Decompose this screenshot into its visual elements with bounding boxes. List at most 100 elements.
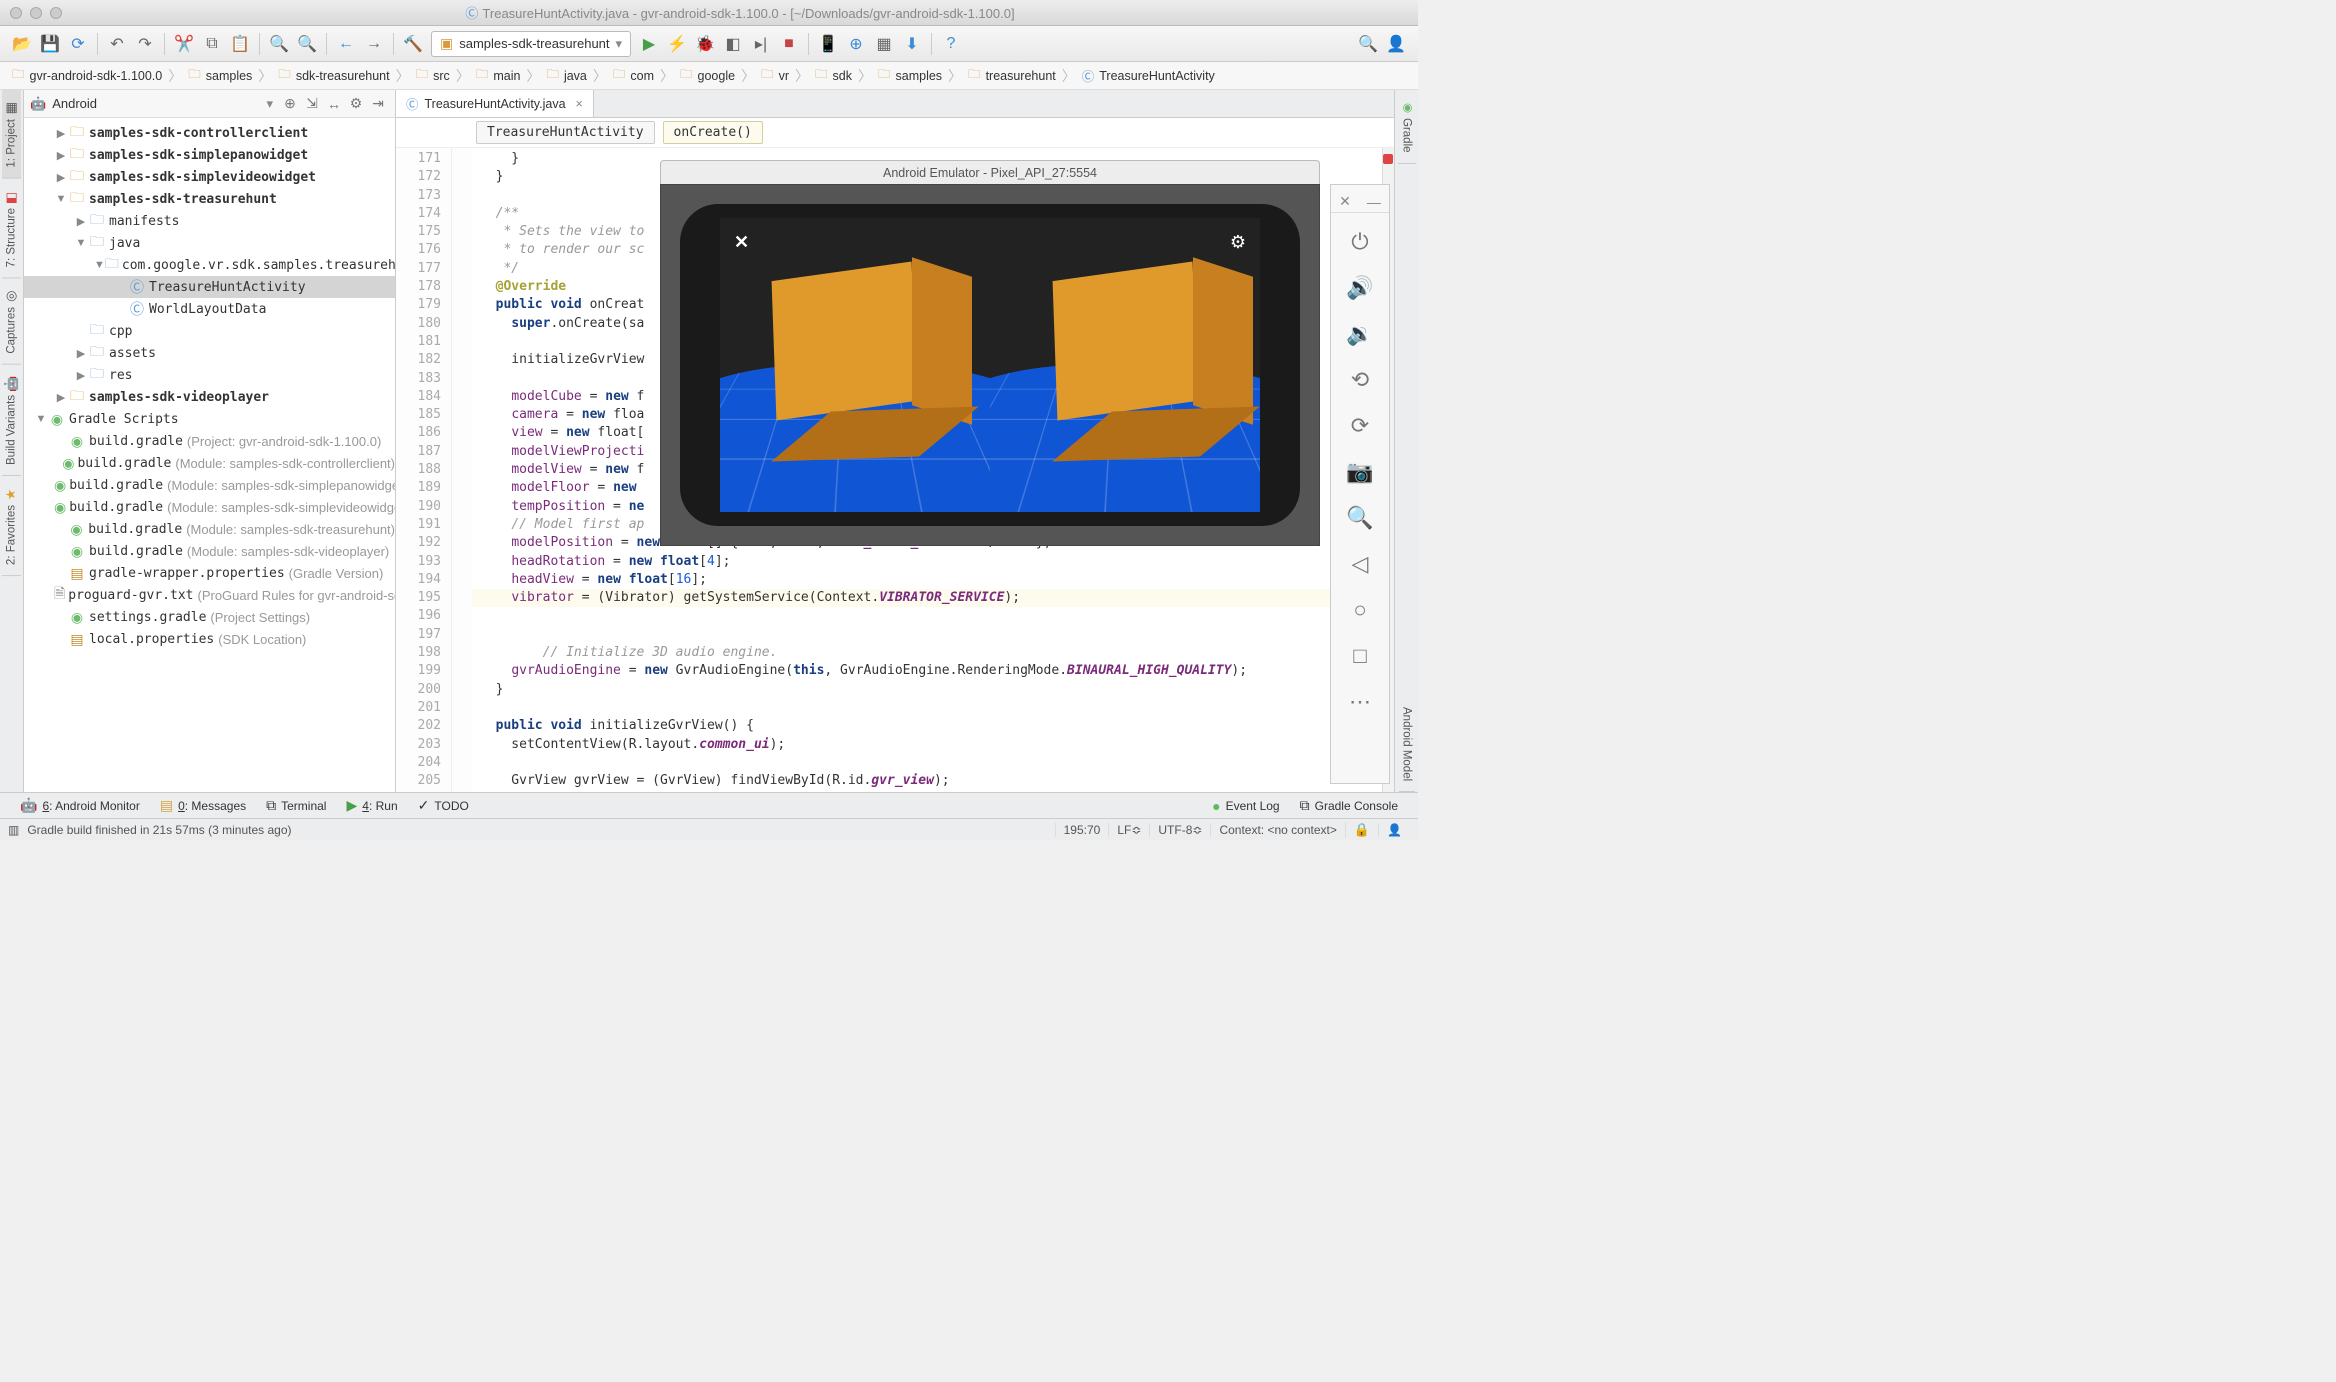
tree-node[interactable]: ▼🗀com.google.vr.sdk.samples.treasurehunt	[24, 254, 395, 276]
forward-icon[interactable]: →	[361, 31, 387, 57]
crumb[interactable]: 🗀sdk-treasurehunt	[274, 62, 393, 89]
crumb[interactable]: 🗀samples	[184, 62, 256, 89]
make-project-icon[interactable]: 🔨	[400, 31, 426, 57]
rotate-right-icon[interactable]: ⟳	[1340, 403, 1380, 449]
tab-android-monitor[interactable]: 🤖6: Android Monitor	[10, 793, 150, 818]
copy-icon[interactable]: ⧉	[199, 31, 225, 57]
tree-node[interactable]: ▶🗀samples-sdk-simplevideowidget	[24, 166, 395, 188]
find-icon[interactable]: 🔍	[266, 31, 292, 57]
tab-run[interactable]: ▶4: Run	[336, 793, 407, 818]
profile-icon[interactable]: ◧	[720, 31, 746, 57]
tree-node[interactable]: ◉build.gradle (Module: samples-sdk-video…	[24, 540, 395, 562]
save-all-icon[interactable]: 💾	[37, 31, 63, 57]
tab-favorites[interactable]: 2: Favorites★	[2, 476, 21, 576]
tree-node[interactable]: ◉build.gradle (Project: gvr-android-sdk-…	[24, 430, 395, 452]
paste-icon[interactable]: 📋	[227, 31, 253, 57]
tree-node[interactable]: ▶🗀samples-sdk-controllerclient	[24, 122, 395, 144]
tree-node[interactable]: 🗎proguard-gvr.txt (ProGuard Rules for gv…	[24, 584, 395, 606]
tree-node[interactable]: ▼🗀java	[24, 232, 395, 254]
back-icon[interactable]: ◁	[1340, 541, 1380, 587]
tree-node[interactable]: ◉settings.gradle (Project Settings)	[24, 606, 395, 628]
tree-arrow-icon[interactable]: ▶	[74, 215, 88, 228]
tab-todo[interactable]: ✓TODO	[408, 793, 479, 818]
volume-down-icon[interactable]: 🔉	[1340, 311, 1380, 357]
zoom-icon[interactable]: 🔍	[1340, 495, 1380, 541]
tab-captures[interactable]: Captures◎	[2, 278, 21, 365]
crumb[interactable]: 🗀gvr-android-sdk-1.100.0	[8, 62, 166, 89]
tree-node[interactable]: 🗀cpp	[24, 320, 395, 342]
run-configuration-dropdown[interactable]: ▣ samples-sdk-treasurehunt ▾	[431, 31, 631, 57]
tree-node[interactable]: ▤local.properties (SDK Location)	[24, 628, 395, 650]
volume-up-icon[interactable]: 🔊	[1340, 265, 1380, 311]
tree-node[interactable]: ▶🗀assets	[24, 342, 395, 364]
apply-changes-icon[interactable]: ⚡	[664, 31, 690, 57]
crumb[interactable]: 🗀vr	[757, 62, 793, 89]
editor-tab[interactable]: Ⓒ TreasureHuntActivity.java ×	[396, 90, 594, 117]
stop-button[interactable]: ■	[776, 31, 802, 57]
hide-icon[interactable]: ⇥	[367, 93, 389, 115]
crumb[interactable]: 🗀samples	[874, 62, 946, 89]
crumb[interactable]: 🗀java	[542, 62, 590, 89]
tree-node[interactable]: ◉build.gradle (Module: samples-sdk-simpl…	[24, 496, 395, 518]
more-icon[interactable]: ⋯	[1340, 679, 1380, 725]
tree-arrow-icon[interactable]: ▶	[74, 369, 88, 382]
tree-node[interactable]: ▼🗀samples-sdk-treasurehunt	[24, 188, 395, 210]
tree-node[interactable]: ◉build.gradle (Module: samples-sdk-treas…	[24, 518, 395, 540]
rotate-left-icon[interactable]: ⟲	[1340, 357, 1380, 403]
emulator-window-title[interactable]: Android Emulator - Pixel_API_27:5554	[660, 160, 1320, 184]
project-view-title[interactable]: Android	[52, 96, 266, 111]
status-bar-toggle-icon[interactable]: ▥	[8, 823, 19, 837]
attach-debugger-icon[interactable]: ▸|	[748, 31, 774, 57]
emulator-close-icon[interactable]: ✕	[1339, 193, 1351, 210]
lock-icon[interactable]: 🔒	[1345, 822, 1378, 838]
hector-icon[interactable]: 👤	[1378, 823, 1410, 837]
layout-inspector-icon[interactable]: ▦	[871, 31, 897, 57]
tree-node[interactable]: ◉build.gradle (Module: samples-sdk-contr…	[24, 452, 395, 474]
tree-arrow-icon[interactable]: ▶	[54, 171, 68, 184]
tree-node[interactable]: ▶🗀manifests	[24, 210, 395, 232]
tab-terminal[interactable]: ⧉Terminal	[256, 793, 336, 818]
settings-icon[interactable]: ⚙	[345, 93, 367, 115]
crumb[interactable]: 🗀google	[676, 62, 739, 89]
crumb[interactable]: 🗀src	[412, 62, 454, 89]
tab-event-log[interactable]: ●Event Log	[1202, 793, 1290, 818]
tree-node[interactable]: ▼◉Gradle Scripts	[24, 408, 395, 430]
project-tree[interactable]: ▶🗀samples-sdk-controllerclient ▶🗀samples-…	[24, 118, 395, 792]
run-button[interactable]: ▶	[636, 31, 662, 57]
crumb[interactable]: 🗀com	[609, 62, 658, 89]
error-marker[interactable]	[1383, 154, 1393, 164]
tree-node[interactable]: ▶🗀samples-sdk-videoplayer	[24, 386, 395, 408]
user-icon[interactable]: 👤	[1383, 31, 1409, 57]
emulator-window[interactable]: ✕ ⚙	[660, 184, 1320, 546]
power-icon[interactable]: ⏻	[1340, 219, 1380, 265]
crumb[interactable]: 🗀main	[472, 62, 525, 89]
tree-node[interactable]: ◉build.gradle (Module: samples-sdk-simpl…	[24, 474, 395, 496]
tree-arrow-icon[interactable]: ▼	[94, 259, 105, 271]
crumb[interactable]: 🗀treasurehunt	[964, 62, 1060, 89]
replace-icon[interactable]: 🔍	[294, 31, 320, 57]
tab-gradle[interactable]: ◉Gradle	[1398, 90, 1416, 164]
sync-icon[interactable]: ⟳	[65, 31, 91, 57]
download-icon[interactable]: ⬇	[899, 31, 925, 57]
back-icon[interactable]: ←	[333, 31, 359, 57]
crumb-method[interactable]: onCreate()	[663, 121, 763, 144]
crumb[interactable]: 🗀sdk	[811, 62, 856, 89]
emulator-minimize-icon[interactable]: —	[1367, 194, 1381, 210]
line-separator[interactable]: LF≎	[1108, 823, 1149, 837]
close-window-button[interactable]	[10, 7, 22, 19]
tree-node[interactable]: ▶🗀res	[24, 364, 395, 386]
file-encoding[interactable]: UTF-8≎	[1149, 823, 1210, 837]
crumb-class[interactable]: TreasureHuntActivity	[476, 121, 655, 144]
redo-icon[interactable]: ↷	[132, 31, 158, 57]
cursor-position[interactable]: 195:70	[1055, 823, 1109, 837]
undo-icon[interactable]: ↶	[104, 31, 130, 57]
home-icon[interactable]: ○	[1340, 587, 1380, 633]
minimize-window-button[interactable]	[30, 7, 42, 19]
tab-gradle-console[interactable]: ⧉Gradle Console	[1290, 793, 1408, 818]
tree-arrow-icon[interactable]: ▶	[74, 347, 88, 360]
cut-icon[interactable]: ✂️	[171, 31, 197, 57]
search-everywhere-icon[interactable]: 🔍	[1355, 31, 1381, 57]
tree-arrow-icon[interactable]: ▼	[34, 413, 48, 425]
tree-arrow-icon[interactable]: ▶	[54, 391, 68, 404]
collapse-all-icon[interactable]: ⇲	[301, 93, 323, 115]
